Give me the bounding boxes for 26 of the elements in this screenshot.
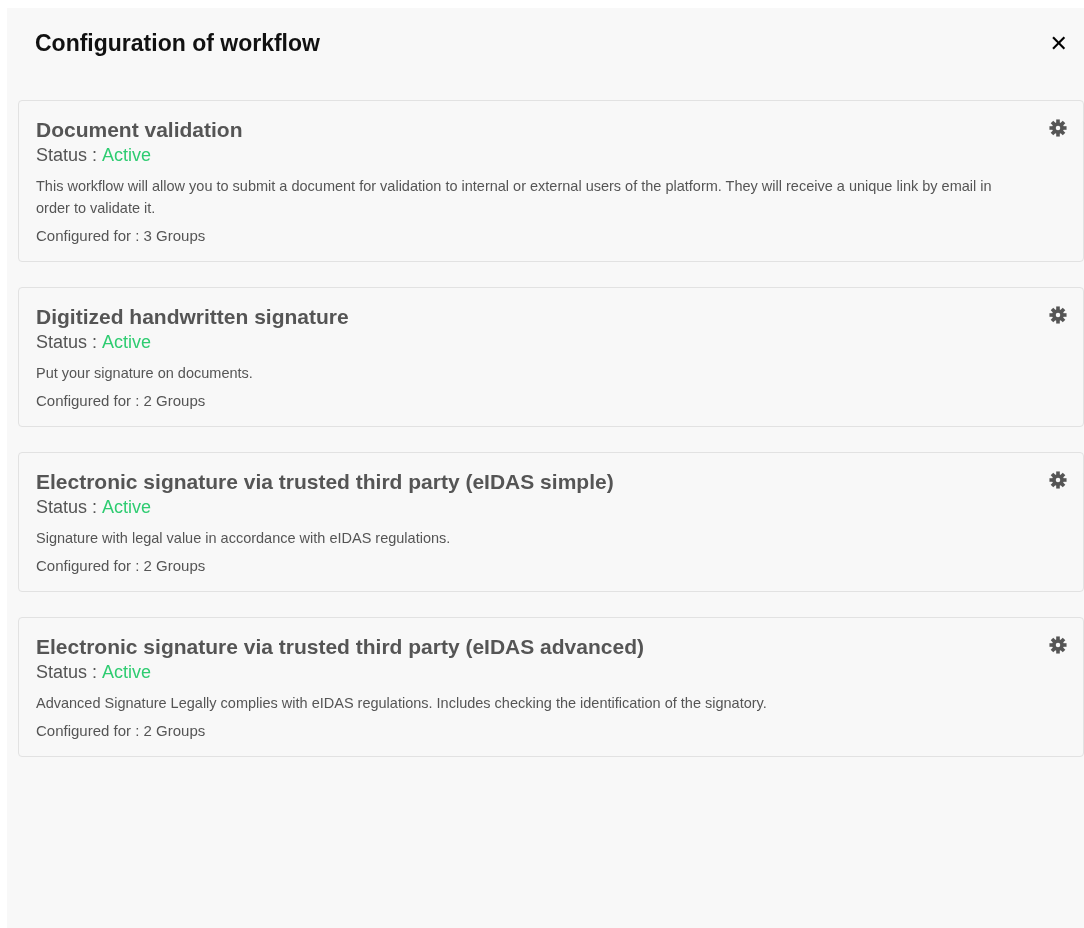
configured-groups: Configured for : 2 Groups — [36, 390, 1023, 412]
workflow-title: Document validation — [36, 117, 244, 143]
status-label: Status : — [36, 144, 98, 167]
status-label: Status : — [36, 661, 98, 684]
settings-icon[interactable] — [1049, 636, 1067, 654]
workflow-description: Put your signature on documents. — [36, 364, 254, 383]
status-value: Active — [102, 331, 152, 354]
workflow-description: Advanced Signature Legally complies with eIDAS regulations. Includes checking the identification of the signatory. — [36, 694, 768, 713]
workflow-description: Signature with legal value in accordance with eIDAS regulations. — [36, 529, 452, 548]
workflow-title: Digitized handwritten signature — [36, 304, 350, 330]
configured-groups: Configured for : 2 Groups — [36, 720, 1023, 742]
workflow-title: Electronic signature via trusted third party (eIDAS advanced) — [36, 634, 645, 660]
configured-groups: Configured for : 2 Groups — [36, 555, 1023, 577]
configured-groups: Configured for : 3 Groups — [36, 225, 1023, 247]
settings-icon[interactable] — [1049, 119, 1067, 137]
status-value: Active — [102, 661, 152, 684]
settings-icon[interactable] — [1049, 306, 1067, 324]
workflow-description: This workflow will allow you to submit a document for validation to internal or external users of the platform. They will receive a unique link by email in order to validate it. — [36, 177, 993, 218]
workflow-title: Electronic signature via trusted third party (eIDAS simple) — [36, 469, 615, 495]
status-value: Active — [102, 496, 152, 519]
dialog-title: Configuration of workflow — [35, 29, 320, 57]
status-value: Active — [102, 144, 152, 167]
settings-icon[interactable] — [1049, 471, 1067, 489]
status-label: Status : — [36, 496, 98, 519]
close-button[interactable]: ✕ — [1045, 30, 1072, 56]
status-label: Status : — [36, 331, 98, 354]
